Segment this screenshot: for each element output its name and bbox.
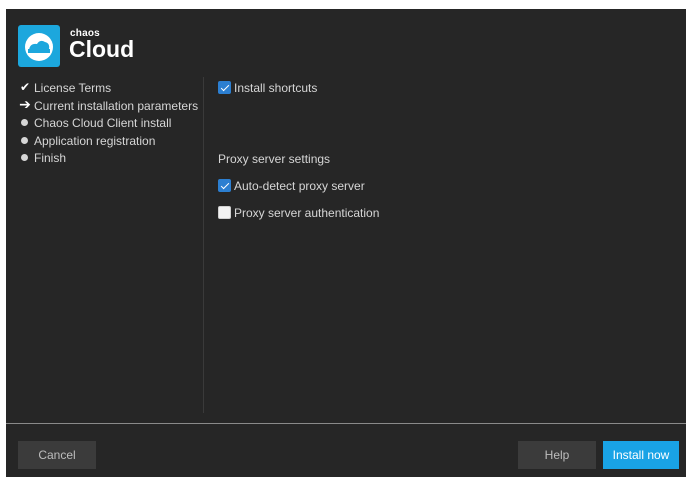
auto-detect-proxy-label[interactable]: Auto-detect proxy server [234, 179, 365, 193]
install-shortcuts-checkbox[interactable] [218, 81, 231, 94]
arrow-right-icon: ➔ [19, 95, 31, 112]
proxy-authentication-label[interactable]: Proxy server authentication [234, 206, 379, 220]
install-now-button[interactable]: Install now [603, 441, 679, 469]
installation-steps: ✔ License Terms ➔ Current installation p… [18, 80, 204, 168]
step-current-installation-parameters: ➔ Current installation parameters [18, 95, 204, 116]
step-label: Current installation parameters [34, 98, 199, 113]
step-finish: Finish [18, 150, 204, 168]
step-client-install: Chaos Cloud Client install [18, 115, 204, 133]
brand-title: Cloud [69, 36, 135, 62]
bullet-icon [21, 119, 28, 126]
help-button[interactable]: Help [518, 441, 596, 469]
auto-detect-proxy-checkbox[interactable] [218, 179, 231, 192]
chaos-cloud-logo-icon [18, 25, 60, 67]
cancel-button[interactable]: Cancel [18, 441, 96, 469]
footer-divider [6, 423, 686, 424]
step-application-registration: Application registration [18, 133, 204, 151]
step-label: Finish [34, 151, 67, 165]
step-license-terms: ✔ License Terms [18, 80, 204, 98]
step-label: Application registration [34, 133, 156, 148]
vertical-divider [203, 77, 204, 413]
step-label: Chaos Cloud Client install [34, 116, 172, 130]
bullet-icon [21, 154, 28, 161]
proxy-settings-title: Proxy server settings [218, 152, 331, 166]
checkmark-icon: ✔ [19, 80, 31, 94]
bullet-icon [21, 136, 28, 144]
step-label: License Terms [34, 81, 112, 95]
install-shortcuts-label[interactable]: Install shortcuts [234, 81, 317, 95]
proxy-authentication-checkbox[interactable] [218, 206, 231, 219]
installer-window: chaos Cloud ✔ License Terms ➔ Current in… [6, 9, 686, 477]
